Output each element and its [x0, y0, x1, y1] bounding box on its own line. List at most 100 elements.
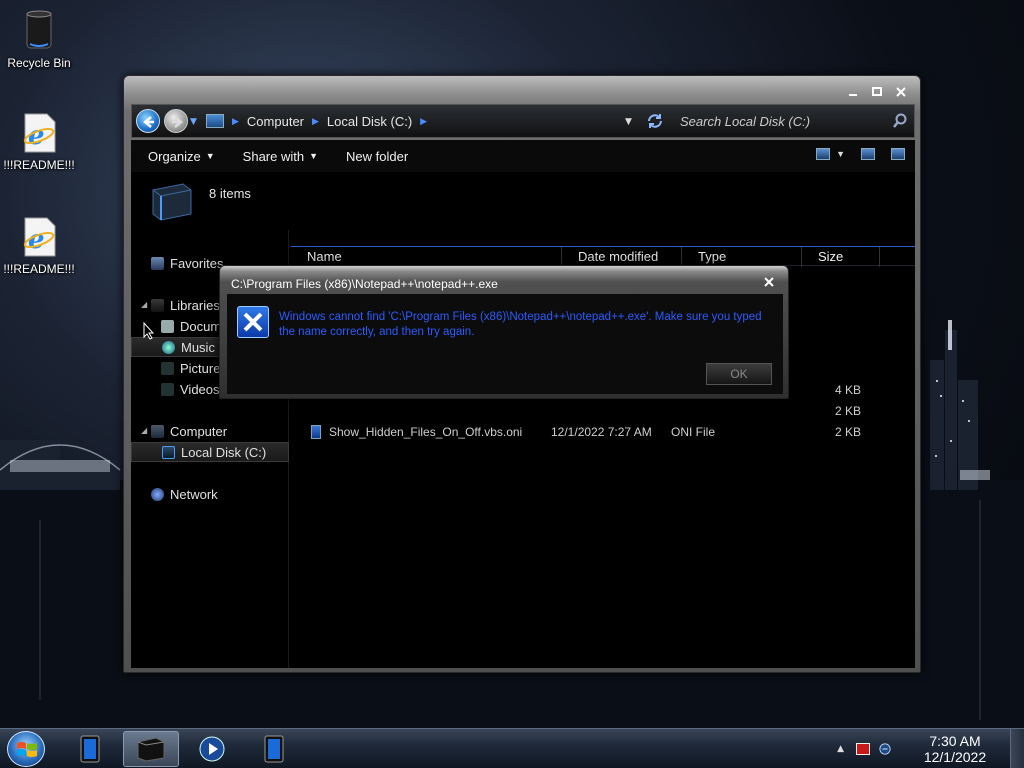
error-dialog: C:\Program Files (x86)\Notepad++\notepad…: [219, 265, 789, 399]
nav-label: Libraries: [170, 297, 220, 313]
column-header-size[interactable]: Size: [802, 247, 880, 267]
clock-time: 7:30 AM: [929, 733, 981, 749]
error-message: Windows cannot find 'C:\Program Files (x…: [279, 311, 762, 338]
breadcrumb-computer[interactable]: Computer: [247, 114, 304, 129]
arrow-left-icon: [143, 116, 154, 128]
nav-local-disk[interactable]: Local Disk (C:): [131, 442, 289, 462]
file-size: 2 KB: [834, 404, 861, 418]
chevron-right-icon[interactable]: ▶: [232, 116, 239, 127]
dialog-close-button[interactable]: [764, 275, 774, 291]
network-icon: [151, 487, 164, 501]
address-dropdown[interactable]: ▼: [625, 117, 632, 127]
nav-network[interactable]: Network: [151, 484, 218, 504]
network-icon[interactable]: [878, 743, 892, 755]
internet-explorer-icon: e: [23, 113, 56, 153]
file-type: ONI File: [671, 425, 716, 439]
taskbar-app-media-player[interactable]: [184, 731, 240, 767]
content-area: 8 items Favorites ◢ Libraries Docum Musi…: [131, 172, 915, 668]
close-icon: [764, 277, 774, 287]
desktop-icon-readme-1[interactable]: e !!!README!!!: [0, 112, 78, 172]
chevron-down-icon[interactable]: ▼: [836, 149, 845, 159]
svg-text:e: e: [28, 225, 45, 255]
desktop-icon-readme-2[interactable]: e !!!README!!!: [0, 216, 78, 276]
clock-date: 12/1/2022: [923, 749, 987, 765]
library-icon: [151, 298, 164, 312]
view-icon[interactable]: [816, 148, 831, 160]
share-with-button[interactable]: Share with ▼: [243, 149, 318, 164]
window-controls: [846, 85, 908, 99]
nav-libraries[interactable]: Libraries: [151, 295, 220, 315]
help-icon[interactable]: [891, 148, 905, 160]
action-center-icon[interactable]: [856, 743, 870, 755]
search-input[interactable]: Search Local Disk (C:): [672, 109, 912, 133]
start-button[interactable]: [7, 731, 45, 767]
clock[interactable]: 7:30 AM 12/1/2022: [900, 733, 1010, 765]
file-date: 12/1/2022 7:27 AM: [551, 425, 652, 439]
nav-videos[interactable]: Videos: [161, 379, 220, 399]
search-icon[interactable]: [892, 113, 908, 129]
file-name: Show_Hidden_Files_On_Off.vbs.oni: [329, 425, 523, 439]
minimize-button[interactable]: [846, 85, 860, 99]
nav-label: Favorites: [170, 255, 224, 271]
collapse-triangle-icon[interactable]: ◢: [141, 300, 147, 309]
computer-icon: [206, 114, 224, 128]
desktop-icon-recycle-bin[interactable]: Recycle Bin: [0, 8, 78, 70]
forward-button[interactable]: [164, 109, 188, 133]
hard-drive-icon: [162, 445, 175, 459]
address-box[interactable]: ▶ Computer ▶ Local Disk (C:) ▶: [202, 109, 622, 133]
chevron-right-icon[interactable]: ▶: [312, 116, 319, 127]
preview-pane-icon[interactable]: [861, 148, 875, 160]
new-folder-button[interactable]: New folder: [346, 149, 408, 164]
column-header-type[interactable]: Type: [682, 247, 802, 267]
collapse-triangle-icon[interactable]: ◢: [141, 426, 147, 435]
maximize-button[interactable]: [870, 85, 884, 99]
taskbar-app-explorer[interactable]: [123, 731, 179, 767]
breadcrumb-local-disk[interactable]: Local Disk (C:): [327, 114, 412, 129]
column-header-name[interactable]: Name: [291, 247, 562, 267]
windows-logo-icon: [17, 742, 37, 757]
details-pane: 8 items: [131, 172, 915, 230]
refresh-icon[interactable]: [646, 112, 664, 130]
taskbar: ▲ 7:30 AM 12/1/2022: [0, 728, 1024, 768]
show-desktop-button[interactable]: [1010, 729, 1024, 768]
file-icon: [311, 425, 321, 439]
svg-text:e: e: [28, 121, 45, 151]
desktop-icon-label: !!!README!!!: [3, 158, 75, 172]
nav-label: Local Disk (C:): [181, 444, 267, 460]
item-count: 8 items: [209, 186, 251, 201]
close-button[interactable]: [894, 85, 908, 99]
file-size: 4 KB: [834, 383, 861, 397]
arrow-right-icon: [172, 116, 183, 128]
nav-label: Picture: [180, 360, 221, 376]
taskbar-app-2[interactable]: [246, 731, 302, 767]
minimize-icon: [849, 94, 857, 96]
videos-icon: [161, 382, 174, 396]
file-size: 2 KB: [834, 425, 861, 439]
pictures-icon: [161, 361, 174, 375]
chevron-down-icon: ▼: [309, 151, 319, 161]
organize-button[interactable]: Organize ▼: [148, 149, 215, 164]
table-row[interactable]: Show_Hidden_Files_On_Off.vbs.oni 12/1/20…: [291, 422, 915, 442]
recent-pages-dropdown[interactable]: ▼: [190, 117, 197, 127]
back-button[interactable]: [136, 109, 160, 133]
chevron-right-icon[interactable]: ▶: [420, 116, 427, 127]
show-hidden-icons-icon[interactable]: ▲: [837, 744, 844, 754]
column-header-date-modified[interactable]: Date modified: [562, 247, 682, 267]
taskbar-app-1[interactable]: [62, 731, 118, 767]
column-headers: Name Date modified Type Size: [291, 246, 915, 267]
media-player-icon: [199, 736, 225, 762]
ok-button[interactable]: OK: [706, 363, 772, 385]
table-row[interactable]: 2 KB: [291, 401, 915, 421]
nav-label: Network: [170, 486, 218, 502]
system-tray: ▲ 7:30 AM 12/1/2022: [837, 729, 1024, 768]
new-folder-label: New folder: [346, 148, 409, 164]
desktop-icon-label: !!!README!!!: [3, 262, 75, 276]
nav-favorites[interactable]: Favorites: [151, 253, 223, 273]
address-bar-row: ▼ ▶ Computer ▶ Local Disk (C:) ▶ ▼ Searc…: [131, 104, 915, 138]
chevron-down-icon: ▼: [205, 151, 215, 161]
share-with-label: Share with: [242, 148, 305, 164]
desktop-icon-label: Recycle Bin: [7, 56, 71, 70]
view-options: ▼: [816, 148, 905, 160]
error-icon: [237, 306, 269, 338]
nav-computer[interactable]: Computer: [151, 421, 227, 441]
